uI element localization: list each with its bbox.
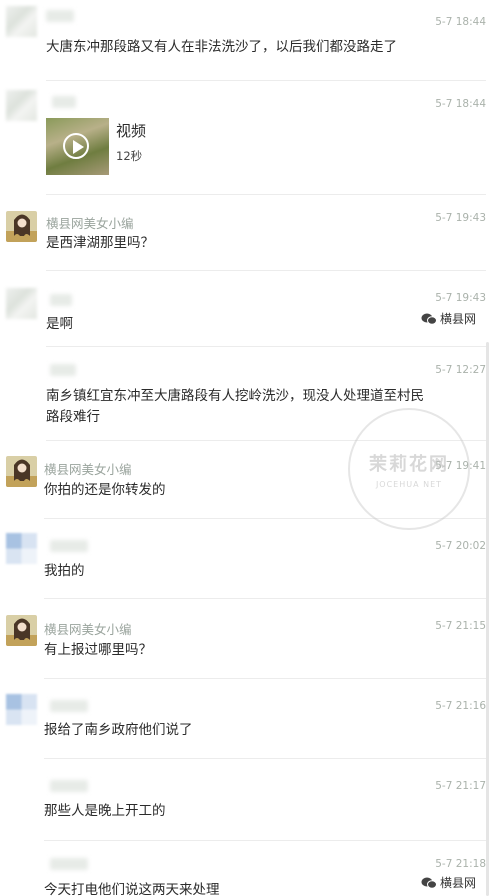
stamp-watermark: 茉莉花网 JOCEHUA NET — [348, 408, 470, 530]
avatar[interactable] — [6, 694, 37, 725]
comment-time: 5-7 21:15 — [435, 620, 486, 632]
comment-time: 5-7 12:27 — [435, 364, 486, 376]
comment-text: 有上报过哪里吗？ — [44, 642, 152, 658]
comment-text: 是啊 — [46, 316, 73, 332]
comment-text: 那些人是晚上开工的 — [44, 803, 166, 819]
avatar[interactable] — [6, 456, 37, 487]
comment-time: 5-7 21:17 — [435, 780, 486, 792]
comment-time: 5-7 18:44 — [435, 16, 486, 28]
commenter-name — [50, 780, 88, 792]
comment-text: 我拍的 — [44, 563, 85, 579]
comment-time: 5-7 20:02 — [435, 540, 486, 552]
stamp-title: 茉莉花网 — [369, 453, 449, 475]
comment-list: 5-7 18:44 大唐东冲那段路又有人在非法洗沙了，以后我们都没路走了 5-7… — [0, 0, 492, 896]
divider — [46, 80, 486, 81]
stamp-subtitle: JOCEHUA NET — [375, 479, 443, 489]
commenter-name: 横县网美女小编 — [44, 462, 132, 477]
avatar[interactable] — [6, 211, 37, 242]
comment-text: 是西津湖那里吗？ — [46, 235, 154, 251]
divider — [44, 678, 486, 679]
scrollbar[interactable] — [486, 342, 489, 896]
avatar[interactable] — [6, 6, 37, 37]
commenter-name — [52, 96, 76, 108]
commenter-name — [50, 364, 76, 376]
commenter-name — [46, 10, 74, 22]
divider — [46, 270, 486, 271]
comment-time: 5-7 21:16 — [435, 700, 486, 712]
divider — [46, 346, 486, 347]
comment-time: 5-7 21:18 — [435, 858, 486, 870]
avatar[interactable] — [6, 90, 37, 121]
comment-time: 5-7 18:44 — [435, 98, 486, 110]
divider — [46, 194, 486, 195]
brand-name: 横县网 — [439, 312, 476, 326]
video-thumbnail[interactable] — [46, 118, 109, 175]
commenter-name — [50, 540, 88, 552]
comment-text: 今天打电他们说这两天来处理 — [44, 882, 220, 896]
commenter-name — [50, 858, 88, 870]
commenter-name: 横县网美女小编 — [44, 622, 132, 637]
comment-text: 你拍的还是你转发的 — [44, 482, 166, 498]
commenter-name — [50, 294, 72, 306]
wechat-icon — [421, 313, 437, 325]
avatar[interactable] — [6, 615, 37, 646]
divider — [44, 758, 486, 759]
comment-text: 大唐东冲那段路又有人在非法洗沙了，以后我们都没路走了 — [46, 39, 397, 55]
comment-text: 报给了南乡政府他们说了 — [44, 722, 193, 738]
comment-text-line: 南乡镇红宜东冲至大唐路段有人挖岭洗沙，现没人处理道至村民 — [46, 388, 424, 404]
wechat-icon — [421, 877, 437, 889]
brand-name: 横县网 — [439, 876, 476, 890]
comment-time: 5-7 19:43 — [435, 212, 486, 224]
avatar[interactable] — [6, 533, 37, 564]
video-duration: 12秒 — [116, 149, 143, 163]
avatar[interactable] — [6, 288, 37, 319]
commenter-name — [50, 700, 88, 712]
video-title[interactable]: 视频 — [116, 120, 146, 141]
play-icon — [63, 133, 89, 159]
comment-text: 南乡镇红宜东冲至大唐路段有人挖岭洗沙，现没人处理道至村民 路段难行 — [46, 386, 424, 428]
commenter-name: 横县网美女小编 — [46, 216, 134, 231]
comment-time: 5-7 19:43 — [435, 292, 486, 304]
brand-watermark: 横县网 — [421, 874, 476, 891]
divider — [44, 840, 486, 841]
brand-watermark: 横县网 — [421, 310, 476, 327]
divider — [44, 598, 486, 599]
